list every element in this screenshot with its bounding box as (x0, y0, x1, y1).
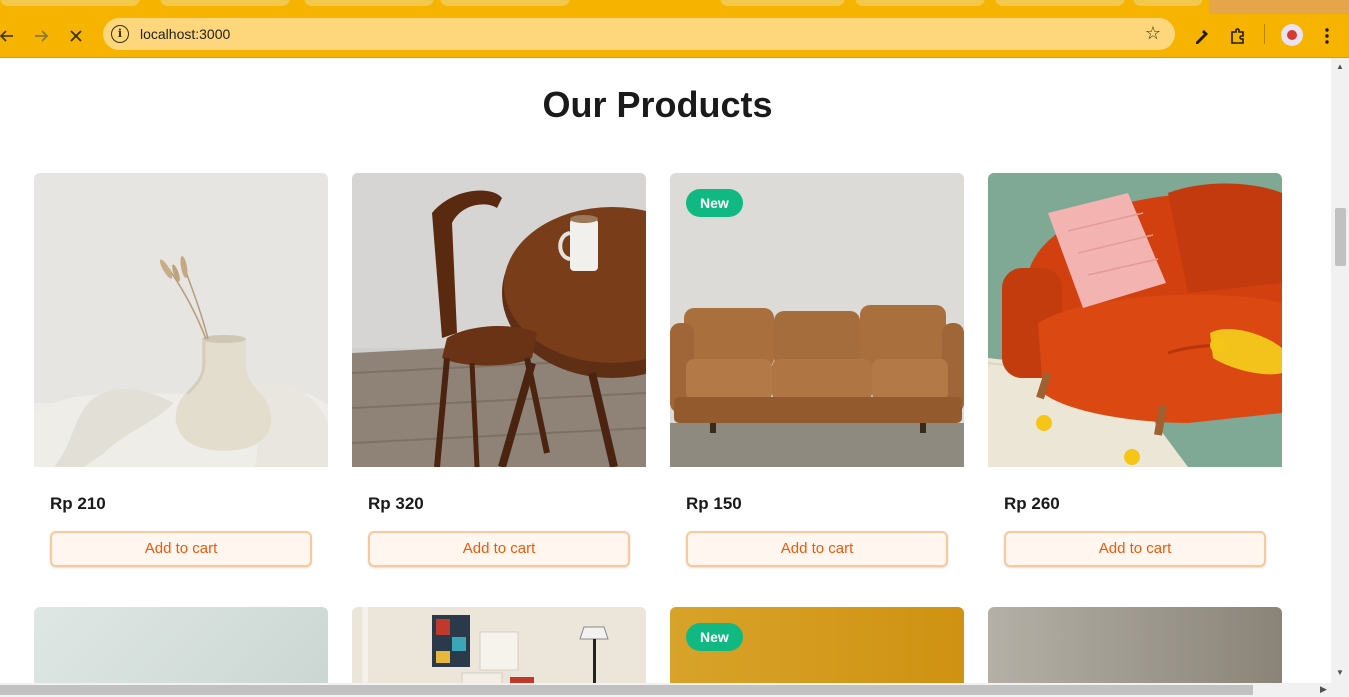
new-badge: New (686, 623, 743, 651)
product-image[interactable] (988, 607, 1282, 683)
browser-tab[interactable] (995, 0, 1125, 6)
browser-tab[interactable] (304, 0, 434, 6)
product-card: Rp 320 Add to cart (352, 173, 646, 567)
product-image[interactable] (34, 173, 328, 467)
star-icon[interactable]: ☆ (1145, 23, 1161, 44)
product-price: Rp 260 (1004, 494, 1060, 513)
tab-strip (0, 0, 1349, 14)
scroll-up-icon[interactable]: ▲ (1336, 62, 1344, 71)
browser-tab[interactable] (1133, 0, 1203, 6)
scrollbar-thumb[interactable] (1335, 208, 1346, 266)
profile-avatar[interactable] (1281, 24, 1303, 46)
product-image[interactable] (34, 607, 328, 683)
arrow-right-icon[interactable] (28, 23, 54, 49)
product-card: Rp 260 Add to cart (988, 173, 1282, 567)
arrow-left-icon[interactable] (0, 23, 20, 49)
add-to-cart-button[interactable]: Add to cart (50, 531, 312, 567)
puzzle-icon[interactable] (1226, 24, 1250, 48)
page-viewport: Our Products Rp 210 Add to cart Rp 320 A… (0, 58, 1331, 683)
url-text[interactable]: localhost:3000 (140, 26, 230, 42)
browser-tab[interactable] (855, 0, 985, 6)
new-badge: New (686, 189, 743, 217)
browser-tab[interactable] (720, 0, 845, 6)
scroll-right-icon[interactable]: ▶ (1320, 684, 1327, 695)
add-to-cart-button[interactable]: Add to cart (368, 531, 630, 567)
add-to-cart-button[interactable]: Add to cart (1004, 531, 1266, 567)
browser-tab[interactable] (0, 0, 140, 6)
product-price: Rp 320 (368, 494, 424, 513)
info-icon[interactable]: i (111, 25, 129, 43)
browser-tab[interactable] (160, 0, 290, 6)
product-image[interactable]: New (670, 173, 964, 467)
product-image[interactable]: New (670, 607, 964, 683)
scroll-down-icon[interactable]: ▼ (1336, 668, 1344, 677)
product-image[interactable] (352, 173, 646, 467)
toolbar-separator (1264, 24, 1265, 44)
product-card: Rp 210 Add to cart (34, 173, 328, 567)
scrollbar-thumb[interactable] (0, 685, 1253, 695)
window-controls-area (1209, 0, 1349, 14)
add-to-cart-button[interactable]: Add to cart (686, 531, 948, 567)
address-bar[interactable]: i localhost:3000 ☆ (103, 18, 1175, 50)
product-image[interactable] (352, 607, 646, 683)
product-image[interactable] (988, 173, 1282, 467)
close-icon[interactable] (63, 23, 89, 49)
browser-toolbar: i localhost:3000 ☆ (0, 14, 1349, 58)
product-price: Rp 150 (686, 494, 742, 513)
kebab-menu-icon[interactable] (1315, 24, 1339, 48)
horizontal-scrollbar[interactable]: ▶ (0, 683, 1349, 697)
browser-tab[interactable] (440, 0, 570, 6)
page-title: Our Products (542, 84, 773, 125)
vertical-scrollbar[interactable]: ▲ ▼ (1331, 58, 1349, 683)
product-card: New Rp 150 Add to cart (670, 173, 964, 567)
product-price: Rp 210 (50, 494, 106, 513)
eyedropper-icon[interactable] (1190, 24, 1214, 48)
